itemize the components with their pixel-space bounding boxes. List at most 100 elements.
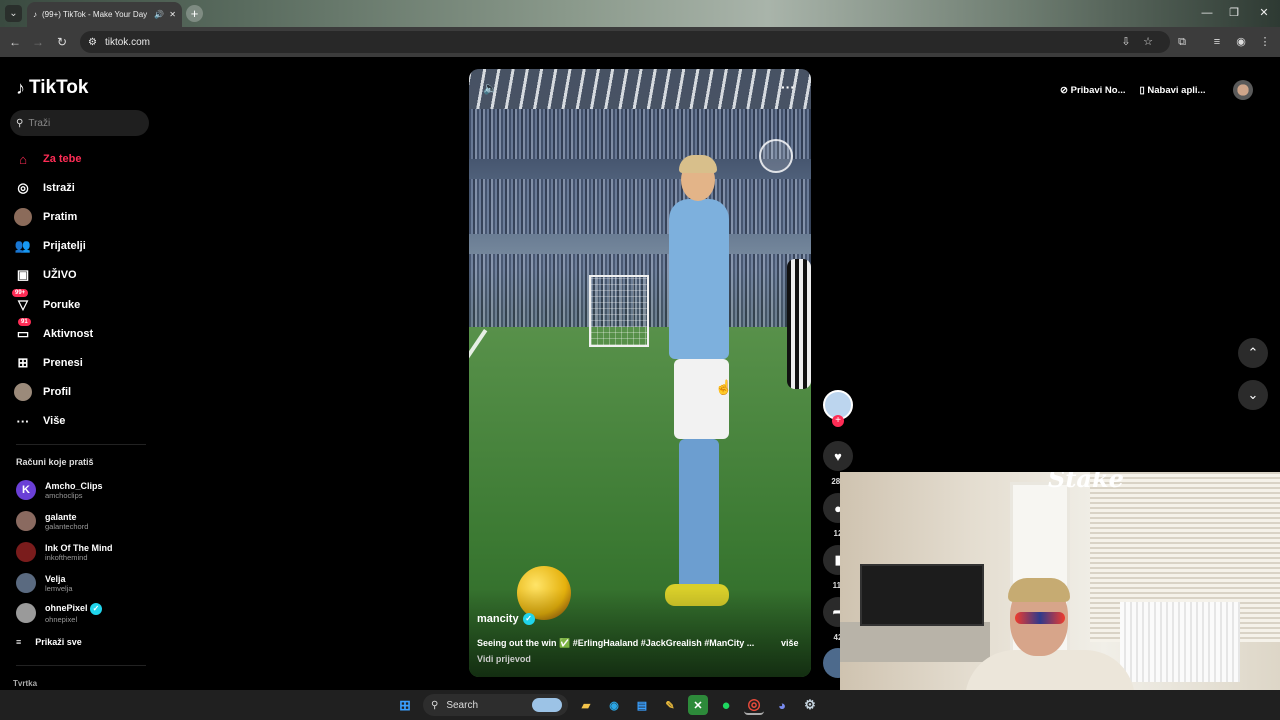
nav-item-activity[interactable]: ▭ 91 Aktivnost (14, 318, 164, 345)
avatar (16, 603, 36, 623)
show-all-button[interactable]: ≡ Prikaži sve (16, 637, 82, 647)
nav-label: Za tebe (43, 153, 82, 165)
video-frame (679, 155, 717, 173)
maximize-button[interactable]: ❐ (1224, 4, 1244, 22)
next-video-button[interactable]: ⌄ (1238, 380, 1268, 410)
video-player[interactable]: 🔈 ··· ☝ mancity ✓ Seeing out the win ✅ #… (469, 69, 811, 677)
nav-item-live[interactable]: ▣ UŽIVO (14, 264, 164, 286)
search-input[interactable]: ⚲ Traži (10, 110, 149, 136)
divider (16, 665, 146, 666)
taskbar-search-label: Search (446, 699, 479, 711)
search-highlight-icon (532, 698, 562, 712)
webcam-frame (840, 622, 990, 662)
nav-item-explore[interactable]: ◎ Istraži (14, 177, 164, 199)
new-tab-button[interactable]: + (186, 5, 203, 22)
nav-label: Pratim (43, 211, 78, 223)
browser-menu-icon[interactable]: ⋮ (1256, 33, 1274, 51)
follow-plus-icon[interactable]: + (832, 415, 844, 427)
url-text: tiktok.com (104, 36, 150, 48)
account-handle: galantechord (45, 521, 89, 531)
creator-avatar[interactable]: + (823, 390, 853, 427)
get-coins-label: Pribavi No... (1070, 84, 1126, 96)
activity-badge: 91 (18, 318, 31, 326)
minimize-button[interactable]: — (1197, 4, 1217, 22)
account-name: galante (45, 511, 77, 522)
account-handle: amchoclips (45, 490, 83, 500)
taskbar-items: ⊞ ⚲ Search ▰ ◉ ▤ ✎ ✕ ● ◎ ◕ ⚙ (395, 694, 820, 716)
spotify-icon[interactable]: ● (716, 695, 736, 715)
caption-more-link[interactable]: više (781, 638, 799, 648)
windows-start-icon[interactable]: ⊞ (395, 695, 415, 715)
nav-item-profile[interactable]: Profil (14, 381, 164, 403)
video-author[interactable]: mancity ✓ (477, 613, 535, 625)
file-explorer-icon[interactable]: ▰ (576, 695, 596, 715)
account-item[interactable]: Ink Of The Mind inkofthemind (16, 540, 156, 564)
speaker-icon[interactable]: 🔊 (154, 10, 164, 19)
account-handle: ohnepixel (45, 614, 78, 624)
nav-label: Prijatelji (43, 240, 86, 252)
tiktok-logo[interactable]: ♪ TikTok (16, 77, 88, 99)
get-app-label: Nabavi apli... (1147, 84, 1206, 96)
tab-title: (99+) TikTok - Make Your Day (42, 10, 148, 19)
discord-icon[interactable]: ◕ (772, 695, 792, 715)
nav-item-for-you[interactable]: ⌂ Za tebe (14, 148, 164, 170)
video-caption: Seeing out the win ✅ #ErlingHaaland #Jac… (477, 638, 755, 648)
account-item[interactable]: K Amcho_Clips amchoclips (16, 478, 156, 502)
close-tab-icon[interactable]: ✕ (169, 10, 176, 19)
account-item[interactable]: galante galantechord (16, 509, 156, 533)
account-item[interactable]: Velja lemvelja (16, 571, 156, 595)
list-icon: ≡ (16, 637, 22, 647)
club-crest-icon (759, 139, 793, 173)
following-accounts-title: Računi koje pratiš (16, 457, 94, 467)
stake-logo: Stake (1048, 472, 1124, 493)
back-icon[interactable]: ← (6, 33, 24, 51)
account-name: Ink Of The Mind (45, 542, 113, 553)
tiktok-icon: ♪ (16, 77, 25, 98)
nav-item-messages[interactable]: ▽ 99+ Poruke (12, 289, 164, 316)
webcam-overlay: Stake (840, 472, 1280, 720)
forward-icon[interactable]: → (29, 33, 47, 51)
xbox-icon[interactable]: ✕ (688, 695, 708, 715)
account-item[interactable]: ohnePixel ✓ ohnepixel (16, 601, 156, 625)
video-frame (669, 199, 729, 359)
chrome-icon[interactable]: ◎ (744, 695, 764, 715)
close-window-button[interactable]: ✕ (1254, 4, 1274, 22)
activity-icon: ▭ 91 (16, 318, 31, 341)
divider (16, 444, 146, 445)
steam-icon[interactable]: ⚙ (800, 695, 820, 715)
nav-item-upload[interactable]: ⊞ Prenesi (14, 352, 164, 374)
speaker-icon[interactable]: 🔈 (483, 81, 498, 95)
see-translation-link[interactable]: Vidi prijevod (477, 654, 531, 664)
install-app-icon[interactable]: ⇩ (1117, 33, 1135, 51)
nav-label: Više (43, 415, 66, 427)
store-icon[interactable]: ▤ (632, 695, 652, 715)
profile-avatar-icon[interactable]: ◉ (1232, 33, 1250, 51)
reload-icon[interactable]: ↻ (53, 33, 71, 51)
media-control-icon[interactable]: ≡ (1208, 33, 1226, 51)
nav-item-following[interactable]: Pratim (14, 206, 164, 228)
messages-icon: ▽ 99+ (12, 289, 32, 314)
get-coins-button[interactable]: ⊘ Pribavi No... (1060, 85, 1126, 96)
webcam-frame (860, 564, 984, 626)
tab-search-button[interactable]: ⌄ (5, 5, 22, 22)
search-icon: ⚲ (431, 699, 439, 711)
nav-item-friends[interactable]: 👥 Prijatelji (14, 235, 164, 257)
heart-icon: ♥ (823, 441, 853, 471)
top-actions: ⊘ Pribavi No... ▯ Nabavi apli... (1060, 78, 1240, 102)
more-options-icon[interactable]: ··· (781, 79, 795, 95)
previous-video-button[interactable]: ⌃ (1238, 338, 1268, 368)
pen-app-icon[interactable]: ✎ (660, 695, 680, 715)
user-avatar[interactable] (1233, 80, 1253, 100)
profile-icon (14, 383, 32, 401)
bookmark-star-icon[interactable]: ☆ (1139, 33, 1157, 51)
edge-icon[interactable]: ◉ (604, 695, 624, 715)
nav-item-more[interactable]: ··· Više (14, 410, 164, 432)
address-bar[interactable]: ⚙ tiktok.com (80, 31, 1170, 53)
compass-icon: ◎ (17, 180, 29, 195)
get-app-button[interactable]: ▯ Nabavi apli... (1140, 85, 1206, 96)
site-info-icon[interactable]: ⚙ (88, 37, 97, 48)
browser-tab[interactable]: ♪ (99+) TikTok - Make Your Day 🔊 ✕ (27, 2, 182, 27)
author-name: mancity (477, 613, 519, 625)
extensions-icon[interactable]: ⧉ (1173, 33, 1191, 51)
taskbar-search[interactable]: ⚲ Search (423, 694, 568, 716)
